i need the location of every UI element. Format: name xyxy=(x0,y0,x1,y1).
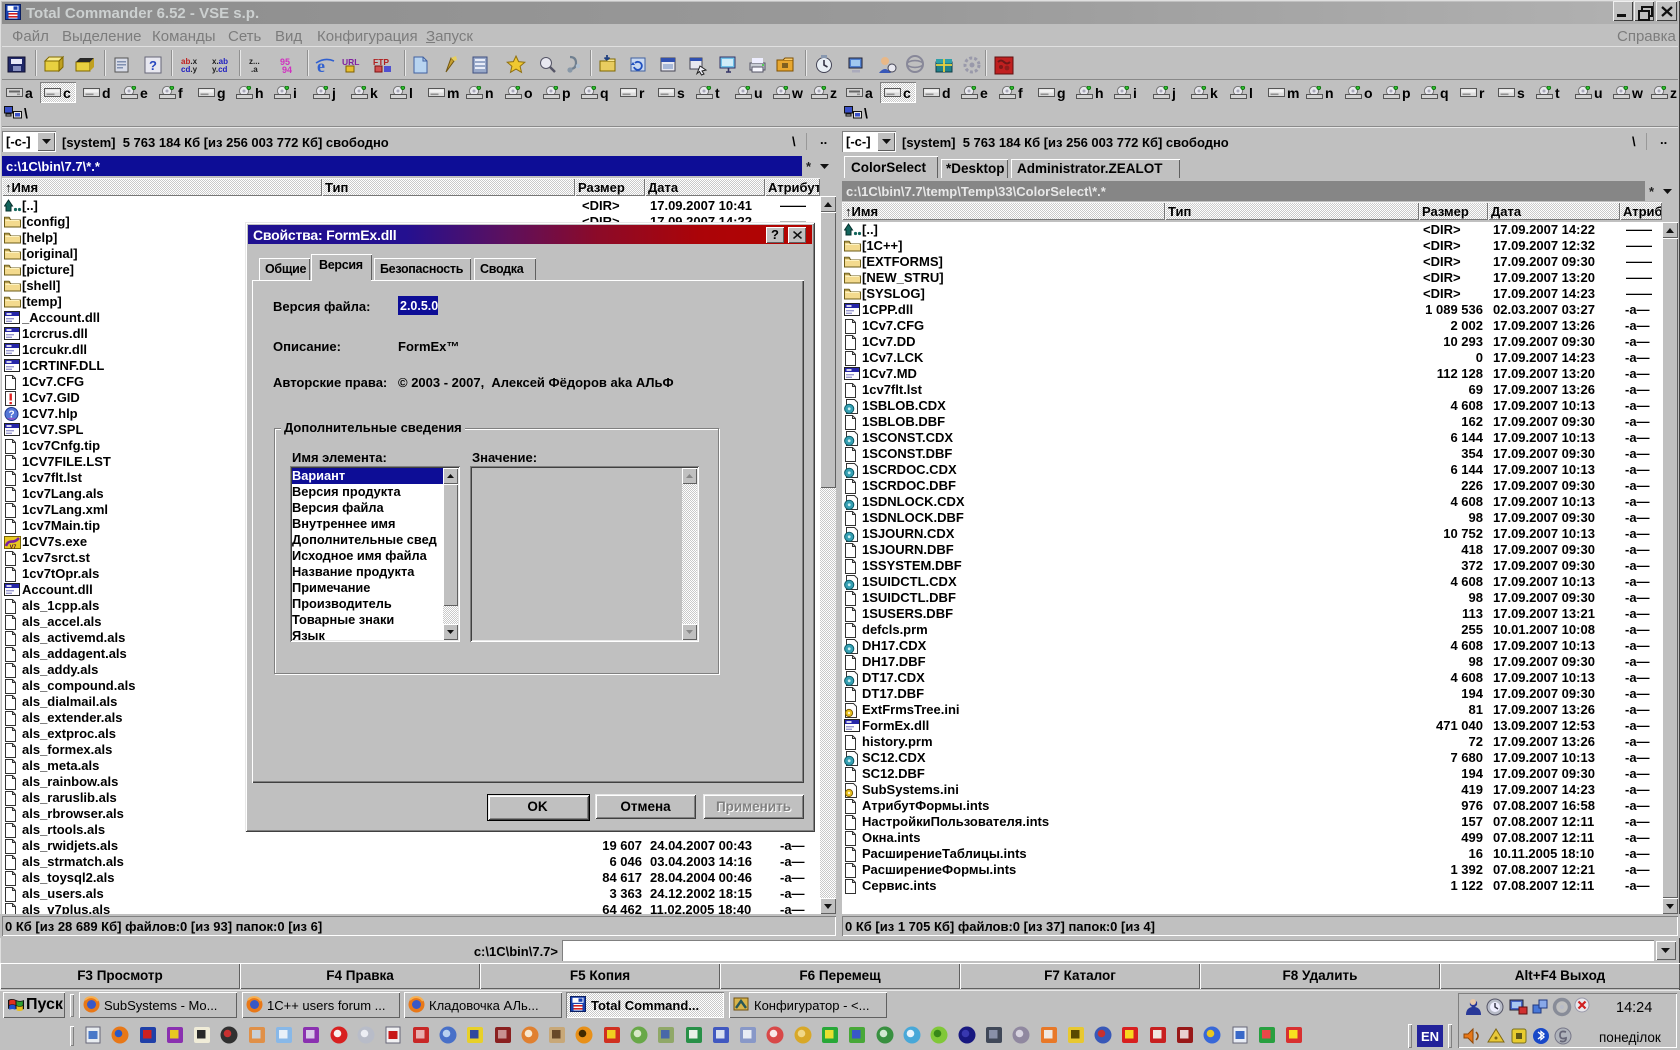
svg-text:y.cd: y.cd xyxy=(212,65,228,74)
svg-text:.a: .a xyxy=(251,65,258,74)
svg-text:cd.y: cd.y xyxy=(181,65,198,74)
svg-text:94: 94 xyxy=(282,65,292,75)
svg-text:?: ? xyxy=(149,58,157,73)
svg-text:?: ? xyxy=(8,410,14,421)
